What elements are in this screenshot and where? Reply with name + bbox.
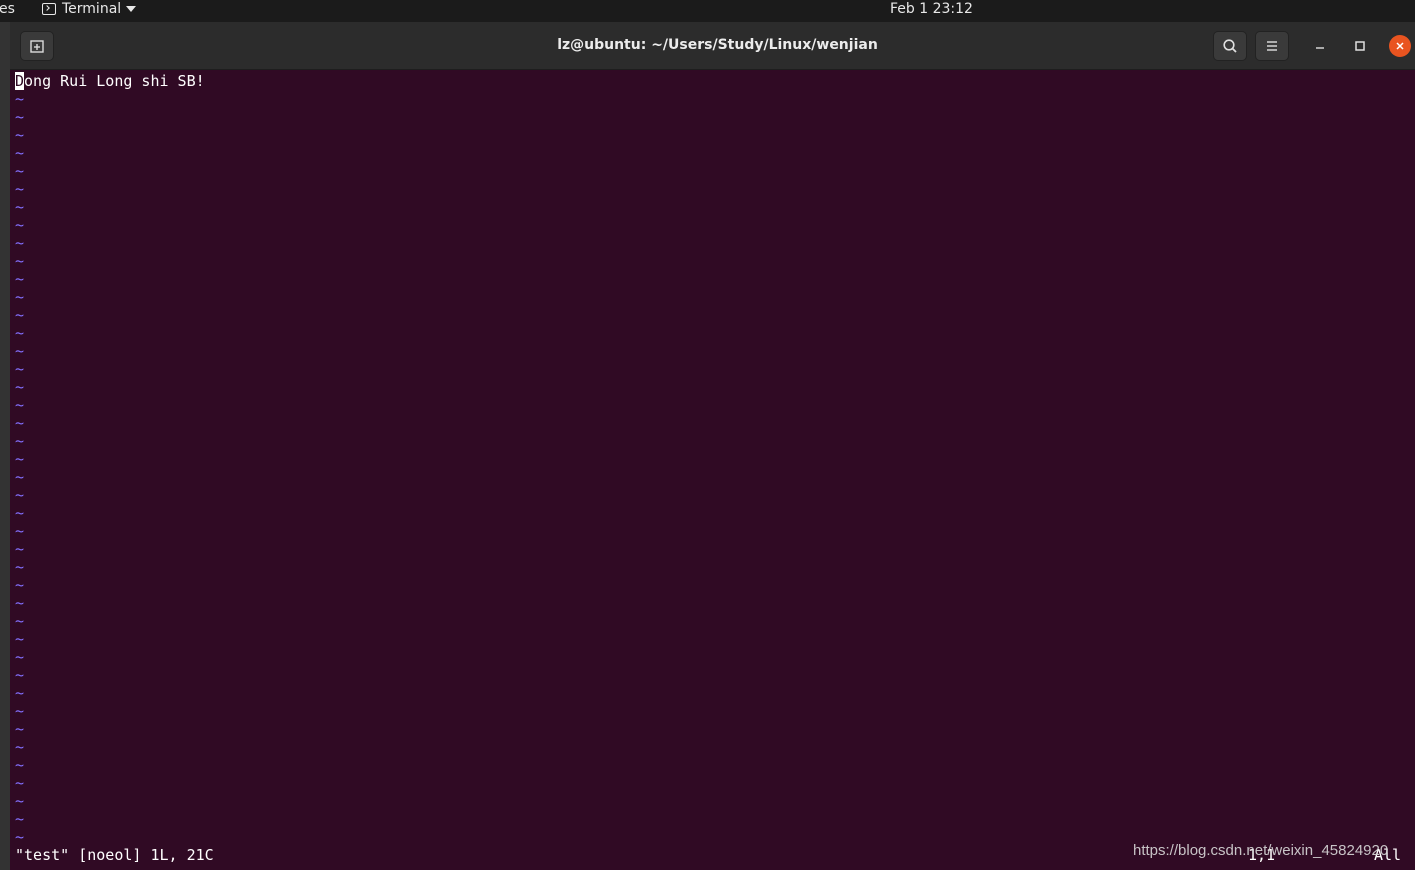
close-button[interactable] bbox=[1389, 35, 1411, 57]
text-cursor: D bbox=[15, 72, 25, 90]
watermark: https://blog.csdn.net/weixin_45824920 bbox=[1133, 842, 1389, 859]
terminal-window: lz@ubuntu: ~/Users/Study/Linux/wenjian D… bbox=[10, 22, 1415, 870]
background-window-edge bbox=[0, 22, 10, 870]
window-title: lz@ubuntu: ~/Users/Study/Linux/wenjian bbox=[557, 37, 878, 53]
maximize-icon bbox=[1355, 41, 1365, 51]
header-bar: lz@ubuntu: ~/Users/Study/Linux/wenjian bbox=[10, 22, 1415, 70]
buffer-line-1: Dong Rui Long shi SB! bbox=[15, 72, 205, 90]
vim-status-message: "test" [noeol] 1L, 21C bbox=[15, 846, 214, 864]
hamburger-menu-button[interactable] bbox=[1255, 31, 1289, 61]
search-icon bbox=[1223, 39, 1237, 53]
close-icon bbox=[1396, 42, 1404, 50]
search-button[interactable] bbox=[1213, 31, 1247, 61]
app-menu-label: Terminal bbox=[62, 1, 122, 17]
minimize-icon bbox=[1316, 47, 1324, 49]
maximize-button[interactable] bbox=[1349, 35, 1371, 57]
terminal-icon bbox=[42, 3, 56, 15]
buffer-line-text: ong Rui Long shi SB! bbox=[24, 72, 205, 90]
vim-buffer[interactable]: Dong Rui Long shi SB! ~ ~ ~ ~ ~ ~ ~ ~ ~ … bbox=[10, 70, 1415, 870]
empty-line-markers: ~ ~ ~ ~ ~ ~ ~ ~ ~ ~ ~ ~ ~ ~ ~ ~ ~ ~ ~ ~ … bbox=[15, 90, 25, 846]
app-menu-terminal[interactable]: Terminal bbox=[42, 1, 137, 17]
clock[interactable]: Feb 1 23:12 bbox=[890, 1, 973, 17]
activities-button[interactable]: es bbox=[0, 1, 15, 17]
gnome-top-bar: es Terminal Feb 1 23:12 bbox=[0, 0, 1415, 22]
dropdown-caret-icon bbox=[126, 6, 137, 12]
hamburger-menu-icon bbox=[1267, 41, 1277, 51]
minimize-button[interactable] bbox=[1309, 35, 1331, 57]
